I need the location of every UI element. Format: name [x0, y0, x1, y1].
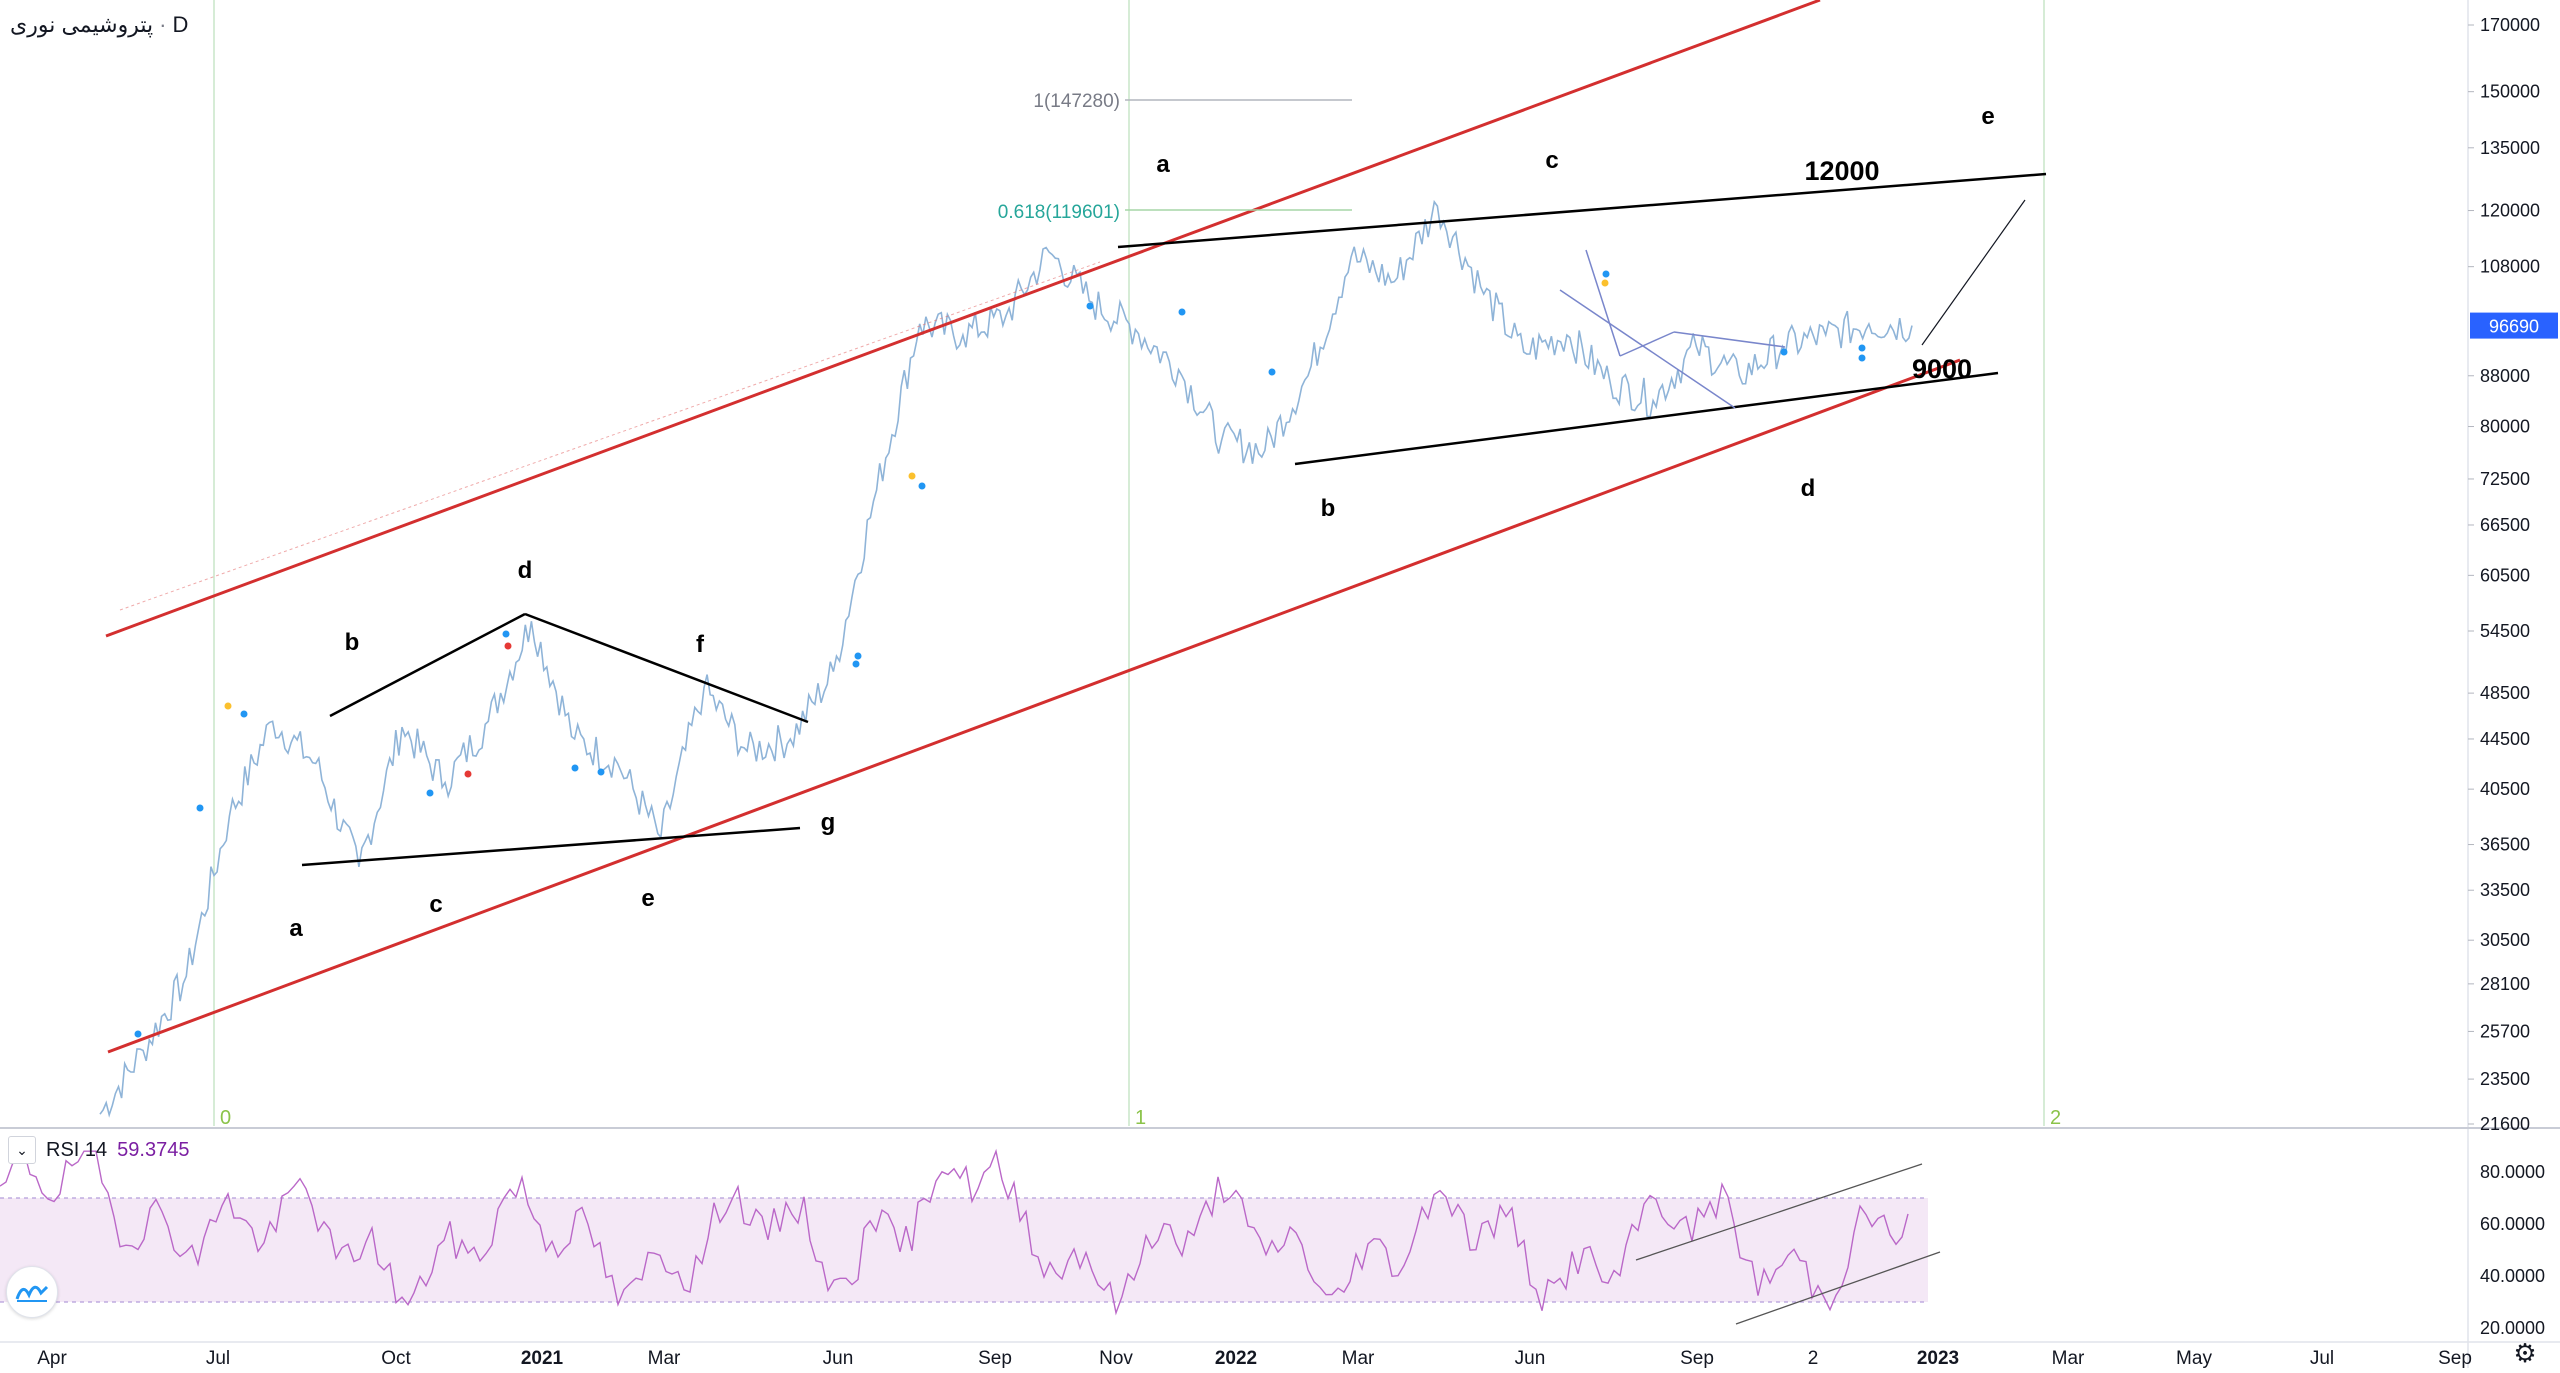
signal-dot [1601, 279, 1609, 287]
wave-label: e [641, 885, 654, 912]
signal-dot [464, 770, 472, 778]
signal-dot [196, 804, 204, 812]
price-tick-label: 88000 [2480, 366, 2530, 386]
signal-dot [1602, 270, 1610, 278]
signal-dot [224, 702, 232, 710]
signal-dot [426, 789, 434, 797]
rsi-value: 59.3745 [117, 1138, 190, 1161]
cycle-marker: 2 [2050, 1107, 2061, 1129]
time-tick-label: Jun [1515, 1348, 1546, 1368]
time-tick-label: 2023 [1917, 1348, 1959, 1368]
time-tick-label: Jun [823, 1348, 854, 1368]
price-tick-label: 23500 [2480, 1069, 2530, 1089]
current-price-label: 96690 [2489, 317, 2539, 337]
price-tick-label: 72500 [2480, 469, 2530, 489]
rsi-tick-label: 40.0000 [2480, 1266, 2545, 1286]
rsi-tick-label: 20.0000 [2480, 1318, 2545, 1338]
wave-label: b [345, 629, 360, 656]
time-tick-label: Sep [1680, 1348, 1714, 1368]
symbol-legend[interactable]: پتروشیمی نوری · D [10, 12, 188, 38]
rsi-legend[interactable]: ⌄ RSI 14 59.3745 [8, 1136, 189, 1164]
price-tick-label: 54500 [2480, 621, 2530, 641]
signal-dot [1780, 348, 1788, 356]
rsi-band [0, 1198, 1928, 1302]
signal-dot [504, 642, 512, 650]
signal-dot [597, 768, 605, 776]
price-tick-label: 150000 [2480, 82, 2540, 102]
price-tick-label: 66500 [2480, 515, 2530, 535]
time-tick-label: Nov [1099, 1348, 1133, 1368]
time-tick-label: Sep [978, 1348, 1012, 1368]
chart-background [0, 0, 2560, 1368]
symbol-name: پتروشیمی نوری [10, 12, 154, 37]
price-tick-label: 28100 [2480, 974, 2530, 994]
gear-icon[interactable]: ⚙ [2510, 1338, 2540, 1368]
signal-dot [134, 1030, 142, 1038]
signal-dot [571, 764, 579, 772]
signal-dot [908, 472, 916, 480]
cycle-marker: 1 [1135, 1107, 1146, 1129]
signal-dot [1086, 302, 1094, 310]
signal-dot [502, 630, 510, 638]
wave-label: f [696, 631, 705, 658]
price-tick-label: 48500 [2480, 683, 2530, 703]
price-target-label: 9000 [1912, 354, 1972, 384]
price-tick-label: 36500 [2480, 835, 2530, 855]
fib-label: 1(147280) [1033, 91, 1120, 112]
signal-dot [1858, 354, 1866, 362]
price-tick-label: 80000 [2480, 417, 2530, 437]
price-tick-label: 170000 [2480, 15, 2540, 35]
time-tick-label: 2021 [521, 1348, 564, 1368]
price-tick-label: 44500 [2480, 729, 2530, 749]
time-tick-label: Mar [2052, 1348, 2085, 1368]
time-tick-label: Apr [37, 1348, 67, 1368]
cycle-marker: 0 [220, 1107, 231, 1129]
tradingview-logo-icon[interactable] [6, 1266, 58, 1318]
rsi-title: RSI 14 [46, 1138, 108, 1161]
price-tick-label: 25700 [2480, 1021, 2530, 1041]
signal-dot [1178, 308, 1186, 316]
price-chart[interactable]: 0 1 2 1(147280) 0.618(119601) a b c d e f g a b c d e 120… [0, 0, 2560, 1369]
rsi-tick-label: 80.0000 [2480, 1162, 2545, 1182]
rsi-tick-label: 60.0000 [2480, 1214, 2545, 1234]
wave-label: d [1801, 475, 1816, 502]
wave-label: b [1321, 495, 1336, 522]
price-tick-label: 33500 [2480, 880, 2530, 900]
wave-label: d [518, 557, 533, 584]
time-tick-label: Mar [1342, 1348, 1375, 1368]
signal-dot [1268, 368, 1276, 376]
wave-label: c [1545, 147, 1558, 174]
price-tick-label: 135000 [2480, 138, 2540, 158]
signal-dot [240, 710, 248, 718]
time-tick-label: 2022 [1215, 1348, 1257, 1368]
wave-label: e [1981, 103, 1994, 130]
fib-label: 0.618(119601) [998, 202, 1120, 223]
time-tick-label: 2 [1808, 1348, 1819, 1368]
chart-area[interactable]: 0 1 2 1(147280) 0.618(119601) a b c d e f g a b c d e 120… [0, 0, 2560, 1369]
time-tick-label: Oct [381, 1348, 411, 1368]
wave-label: g [821, 809, 836, 836]
time-tick-label: Jul [2310, 1348, 2334, 1368]
interval-label: D [172, 12, 189, 37]
price-tick-label: 120000 [2480, 201, 2540, 221]
wave-label: a [289, 915, 303, 942]
time-tick-label: Sep [2438, 1348, 2472, 1368]
signal-dot [854, 652, 862, 660]
signal-dot [918, 482, 926, 490]
price-tick-label: 60500 [2480, 565, 2530, 585]
wave-label: a [1156, 151, 1170, 178]
chevron-down-icon[interactable]: ⌄ [8, 1136, 36, 1164]
price-target-label: 12000 [1804, 156, 1879, 186]
price-tick-label: 30500 [2480, 930, 2530, 950]
price-tick-label: 21600 [2480, 1114, 2530, 1134]
price-tick-label: 40500 [2480, 779, 2530, 799]
wave-label: c [429, 891, 442, 918]
signal-dot [1858, 344, 1866, 352]
time-tick-label: May [2176, 1348, 2212, 1368]
time-tick-label: Jul [206, 1348, 230, 1368]
time-tick-label: Mar [648, 1348, 681, 1368]
price-tick-label: 108000 [2480, 257, 2540, 277]
signal-dot [852, 660, 860, 668]
